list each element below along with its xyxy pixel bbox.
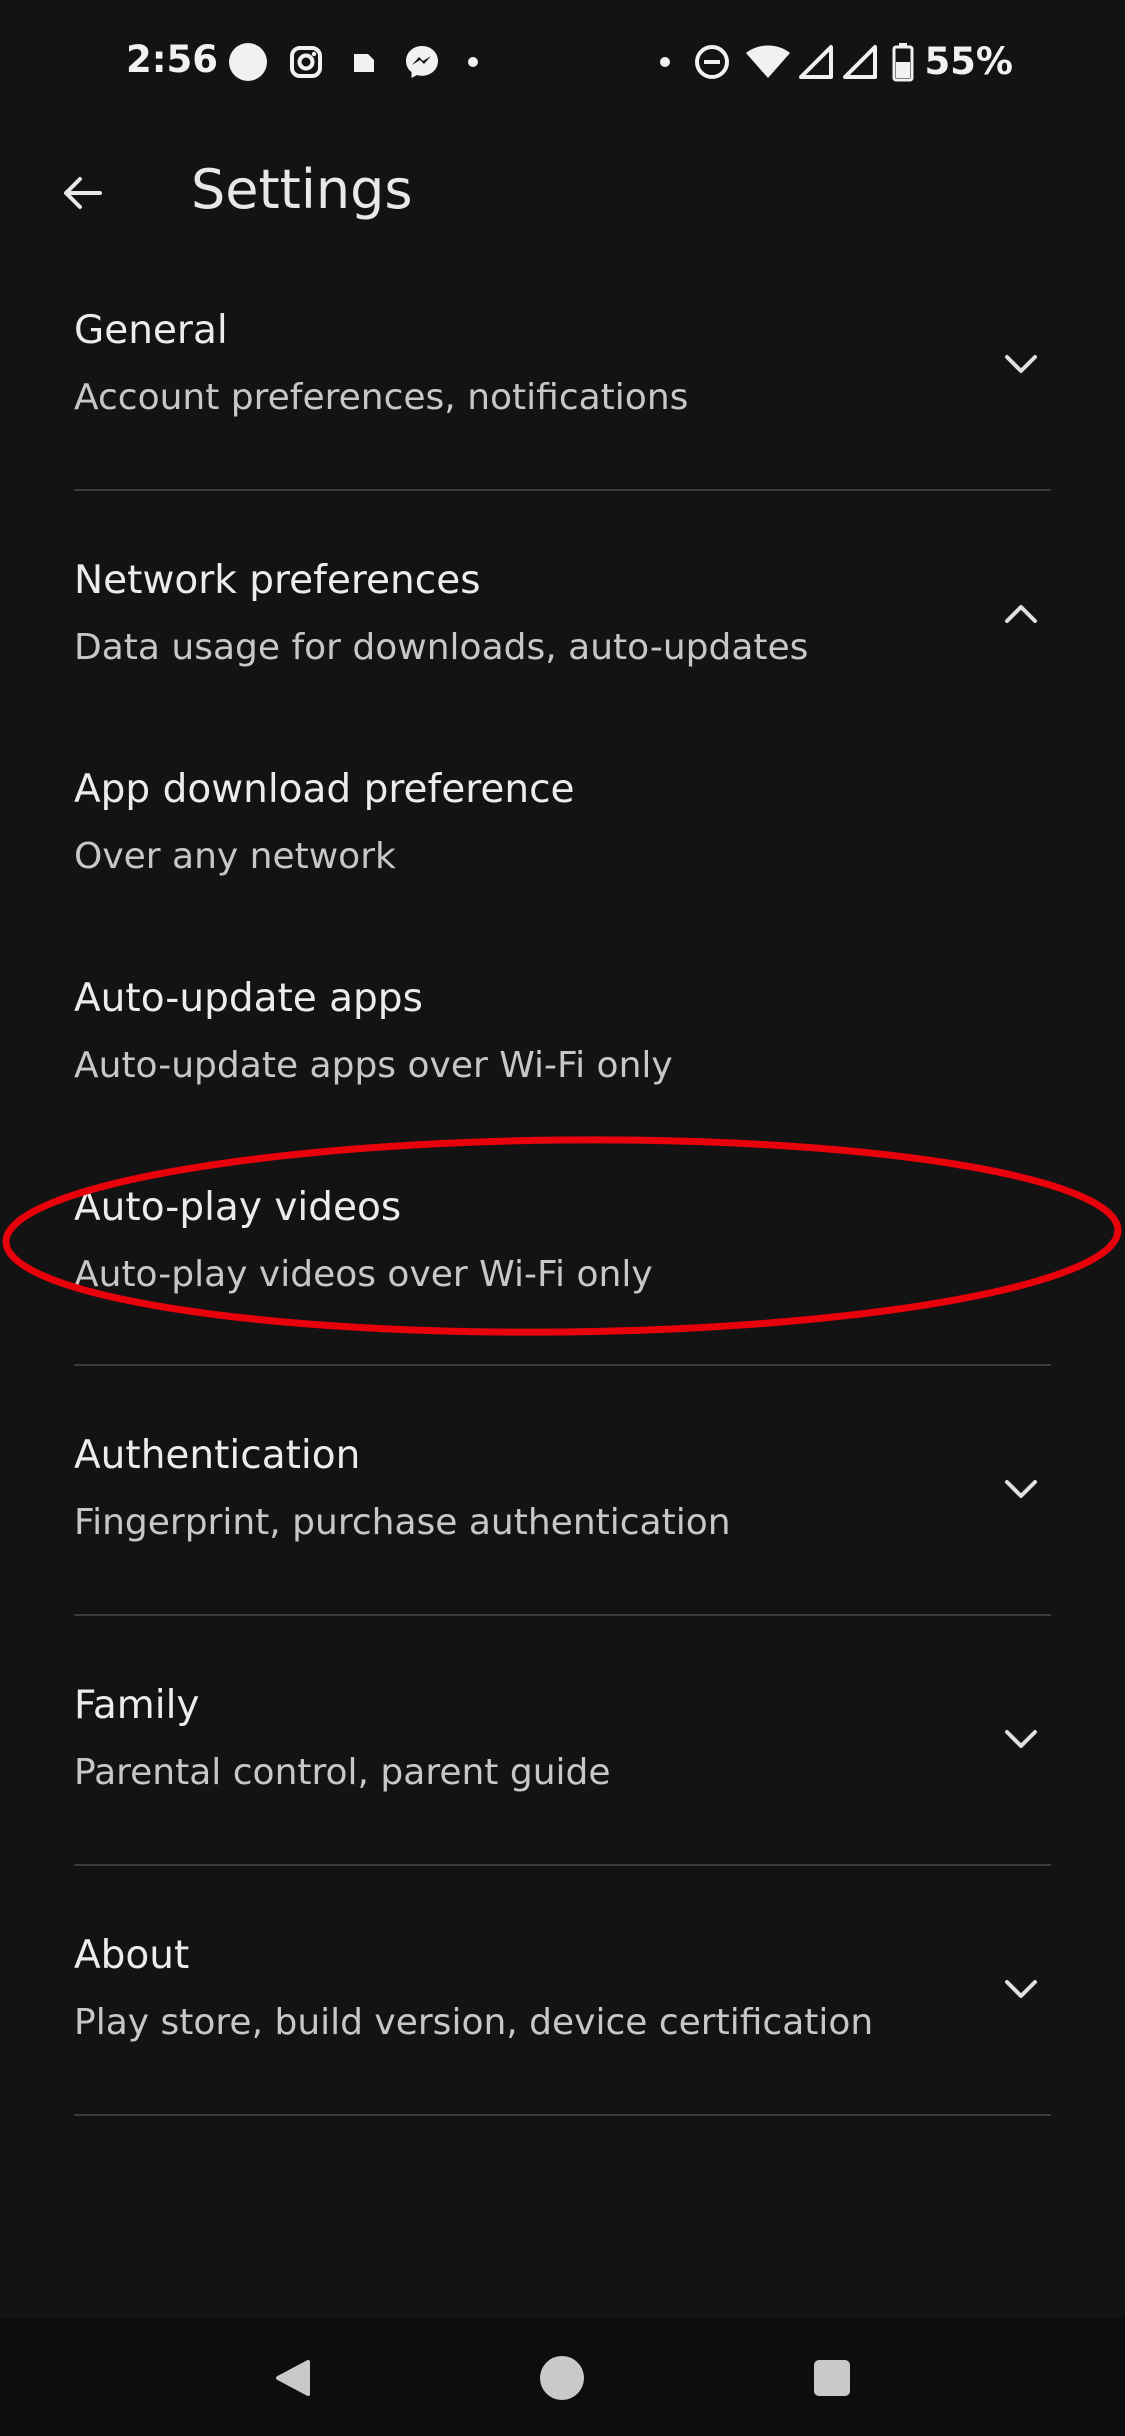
setting-subtitle: Auto-update apps over Wi-Fi only (74, 1045, 673, 1086)
setting-authentication[interactable]: Authentication Fingerprint, purchase aut… (0, 1415, 1125, 1625)
instagram-icon (284, 40, 328, 84)
setting-auto-play-videos[interactable]: Auto-play videos Auto-play videos over W… (0, 1167, 1125, 1376)
divider (74, 1864, 1051, 1866)
divider (74, 489, 1051, 491)
home-circle-icon (538, 2354, 586, 2402)
setting-subtitle: Over any network (74, 836, 396, 877)
system-icons: 55% (650, 40, 1013, 84)
do-not-disturb-icon (690, 40, 734, 84)
notification-icons (226, 40, 488, 84)
recents-square-icon (812, 2358, 852, 2398)
messenger-icon (400, 40, 444, 84)
setting-subtitle: Parental control, parent guide (74, 1752, 611, 1793)
setting-about[interactable]: About Play store, build version, device … (0, 1915, 1125, 2125)
signal-icon (840, 40, 880, 84)
setting-subtitle: Data usage for downloads, auto-updates (74, 627, 809, 668)
nav-recents-button[interactable] (802, 2348, 862, 2408)
setting-network-preferences[interactable]: Network preferences Data usage for downl… (0, 540, 1125, 750)
settings-list: General Account preferences, notificatio… (0, 290, 1125, 2116)
setting-title: Auto-update apps (74, 976, 423, 1021)
chevron-up-icon (997, 590, 1045, 638)
chevron-down-icon (997, 1465, 1045, 1513)
setting-subtitle: Auto-play videos over Wi-Fi only (74, 1254, 653, 1295)
setting-title: App download preference (74, 767, 575, 812)
setting-title: Network preferences (74, 558, 481, 603)
battery-icon (890, 40, 916, 84)
dot-icon (458, 40, 488, 84)
battery-percentage: 55% (924, 40, 1013, 83)
setting-title: Auto-play videos (74, 1185, 402, 1230)
wifi-icon (744, 40, 792, 84)
setting-auto-update-apps[interactable]: Auto-update apps Auto-update apps over W… (0, 958, 1125, 1167)
setting-title: General (74, 308, 228, 353)
chevron-down-icon (997, 340, 1045, 388)
divider (74, 1364, 1051, 1366)
setting-family[interactable]: Family Parental control, parent guide (0, 1665, 1125, 1875)
setting-subtitle: Account preferences, notifications (74, 377, 689, 418)
back-triangle-icon (270, 2356, 314, 2400)
divider (74, 1614, 1051, 1616)
square-notification-icon (342, 40, 386, 84)
setting-subtitle: Play store, build version, device certif… (74, 2002, 874, 2043)
setting-app-download-preference[interactable]: App download preference Over any network (0, 749, 1125, 958)
divider (74, 2114, 1051, 2116)
setting-subtitle: Fingerprint, purchase authentication (74, 1502, 731, 1543)
back-button[interactable] (52, 163, 112, 223)
arrow-back-icon (60, 171, 104, 215)
page-title: Settings (191, 158, 413, 221)
chevron-down-icon (997, 1715, 1045, 1763)
navigation-bar (0, 2318, 1125, 2436)
status-bar: 2:56 55% (0, 0, 1125, 125)
dot-icon (650, 40, 680, 84)
nav-back-button[interactable] (262, 2348, 322, 2408)
circle-notification-icon (226, 40, 270, 84)
app-bar: Settings (0, 125, 1125, 260)
setting-general[interactable]: General Account preferences, notificatio… (0, 290, 1125, 490)
signal-icon (796, 40, 836, 84)
setting-title: Authentication (74, 1433, 361, 1478)
status-time: 2:56 (126, 38, 219, 81)
nav-home-button[interactable] (532, 2348, 592, 2408)
setting-title: Family (74, 1683, 200, 1728)
setting-title: About (74, 1933, 190, 1978)
chevron-down-icon (997, 1965, 1045, 2013)
